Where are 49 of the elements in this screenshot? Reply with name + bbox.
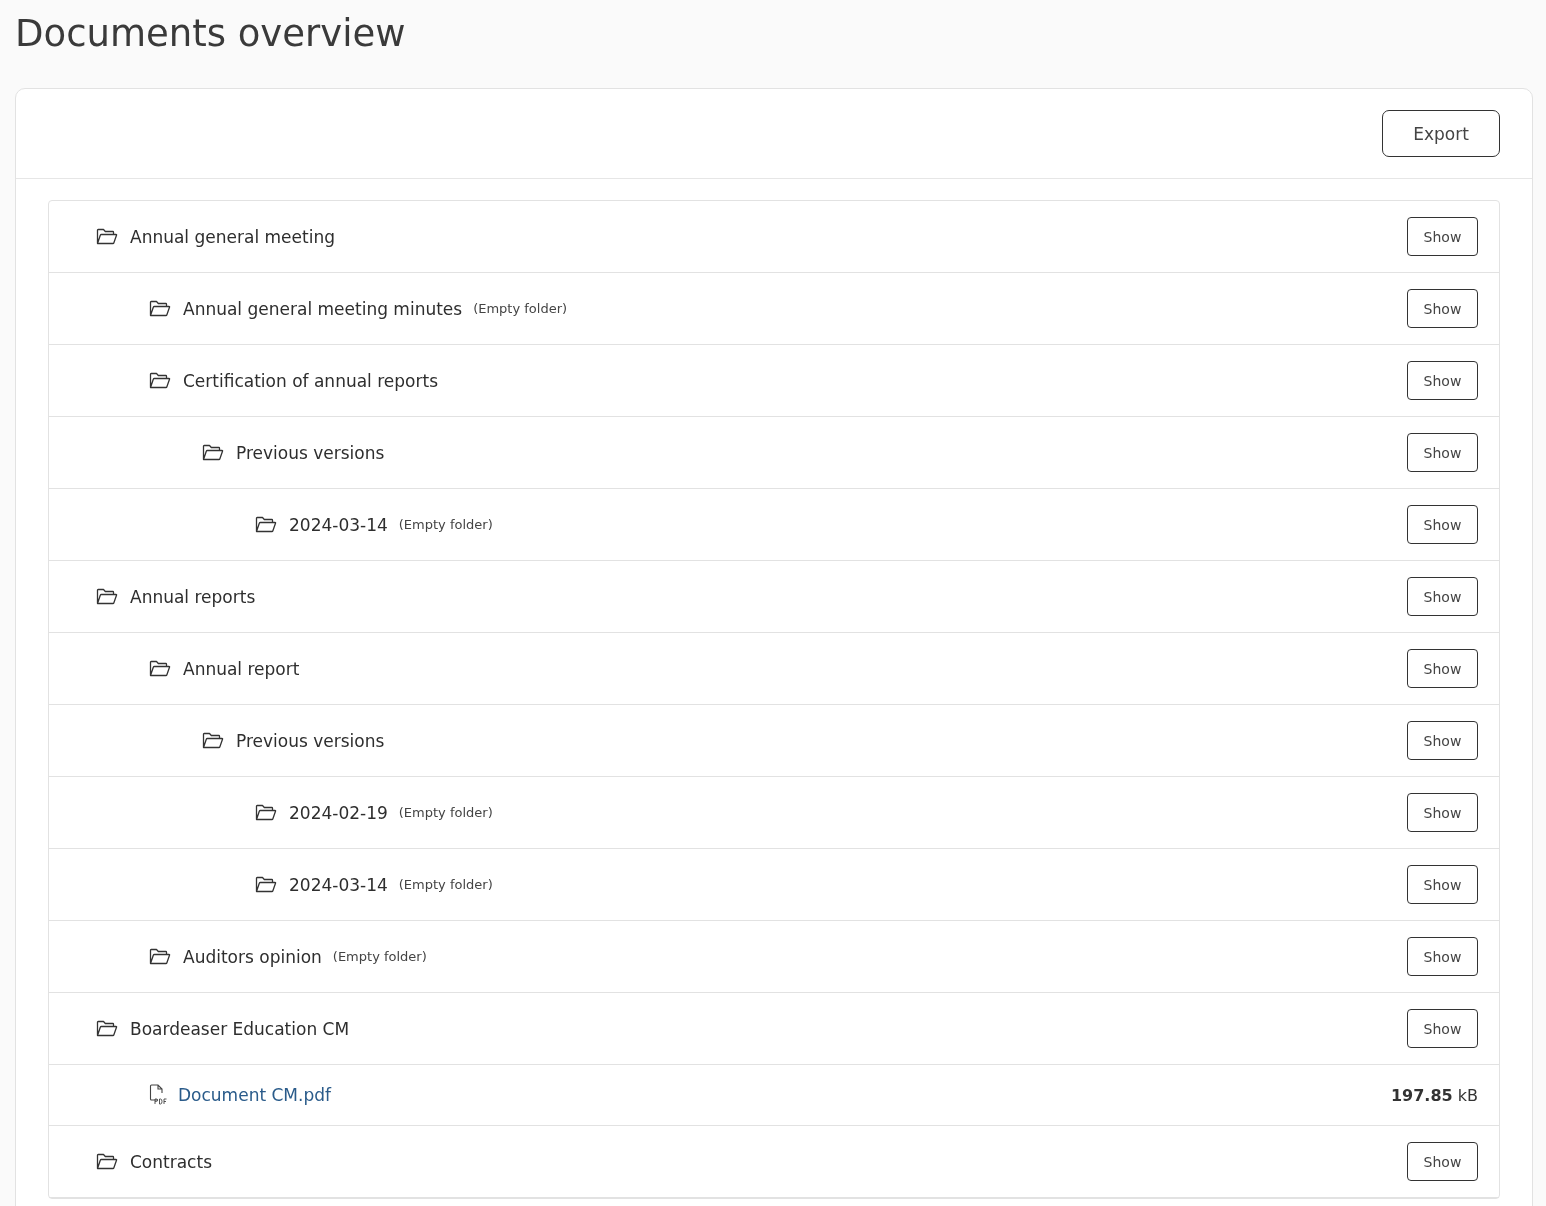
file-size: 197.85 kB	[1390, 1085, 1478, 1105]
show-button[interactable]: Show	[1407, 289, 1478, 328]
show-button[interactable]: Show	[1407, 1009, 1478, 1048]
folder-icon	[96, 588, 118, 605]
folder-icon	[149, 660, 171, 677]
folder-name: Annual reports	[130, 586, 256, 607]
show-button[interactable]: Show	[1407, 505, 1478, 544]
show-button[interactable]: Show	[1407, 793, 1478, 832]
folder-name: Certification of annual reports	[183, 370, 438, 391]
folder-icon	[96, 1153, 118, 1170]
file-link[interactable]: Document CM.pdf	[178, 1085, 331, 1105]
folder-icon	[202, 444, 224, 461]
page-title: Documents overview	[15, 11, 407, 57]
folder-name: Previous versions	[236, 442, 385, 463]
folder-name: Previous versions	[236, 730, 385, 751]
folder-icon	[149, 948, 171, 965]
folder-icon	[149, 372, 171, 389]
folder-icon	[96, 228, 118, 245]
show-button[interactable]: Show	[1407, 361, 1478, 400]
show-button[interactable]: Show	[1407, 217, 1478, 256]
pdf-file-icon	[149, 1084, 169, 1106]
folder-name: Annual general meeting	[130, 226, 335, 247]
show-button[interactable]: Show	[1407, 649, 1478, 688]
folder-icon	[255, 876, 277, 893]
folder-icon	[149, 300, 171, 317]
show-button[interactable]: Show	[1407, 577, 1478, 616]
folder-icon	[255, 804, 277, 821]
folder-note: (Empty folder)	[398, 805, 493, 820]
folder-name: Contracts	[130, 1151, 212, 1172]
export-button[interactable]: Export	[1382, 110, 1500, 157]
folder-icon	[255, 516, 277, 533]
folder-note: (Empty folder)	[332, 949, 427, 964]
folder-name: Auditors opinion	[183, 946, 322, 967]
show-button[interactable]: Show	[1407, 1142, 1478, 1181]
folder-note: (Empty folder)	[473, 301, 568, 316]
show-button[interactable]: Show	[1407, 721, 1478, 760]
folder-name: Annual general meeting minutes	[183, 298, 463, 319]
folder-name: 2024-03-14	[289, 874, 388, 895]
folder-note: (Empty folder)	[398, 877, 493, 892]
folder-name: 2024-03-14	[289, 514, 388, 535]
folder-name: Annual report	[183, 658, 300, 679]
folder-name: Boardeaser Education CM	[130, 1018, 350, 1039]
folder-icon	[202, 732, 224, 749]
show-button[interactable]: Show	[1407, 433, 1478, 472]
show-button[interactable]: Show	[1407, 865, 1478, 904]
folder-name: 2024-02-19	[289, 802, 388, 823]
folder-icon	[96, 1020, 118, 1037]
folder-note: (Empty folder)	[398, 517, 493, 532]
show-button[interactable]: Show	[1407, 937, 1478, 976]
